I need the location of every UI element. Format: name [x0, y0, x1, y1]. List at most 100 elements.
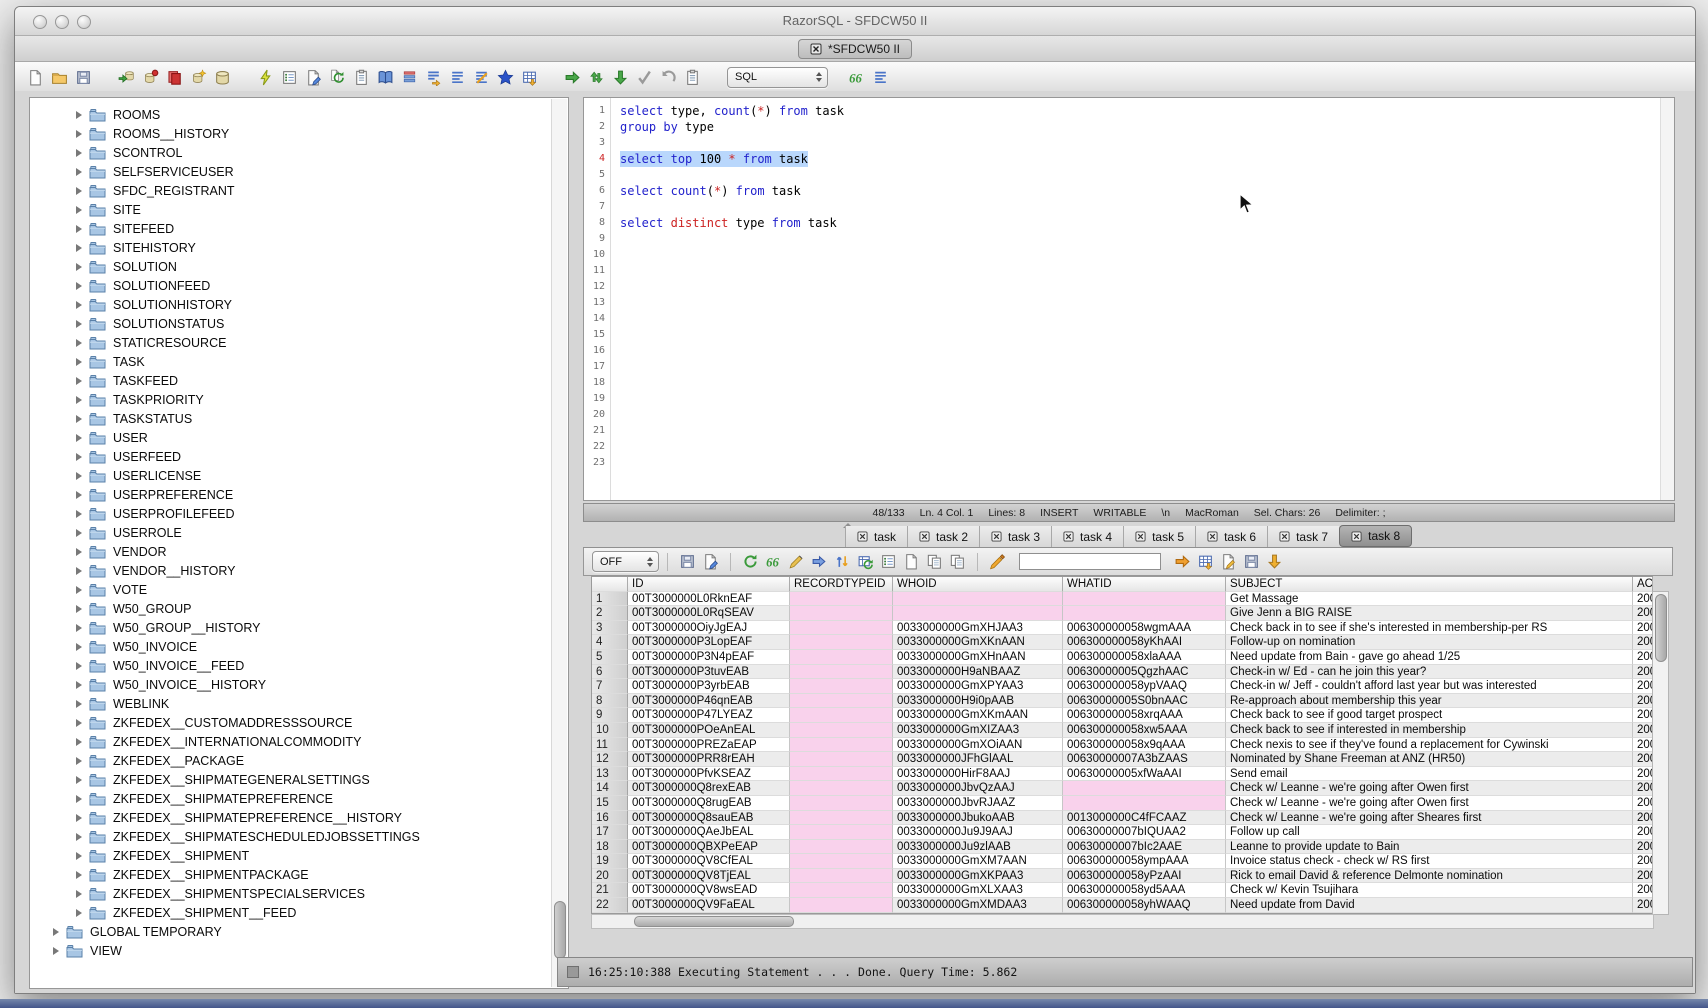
- editor-line-7[interactable]: 7: [584, 199, 1674, 215]
- cell-id[interactable]: 00T3000000P46qnEAB: [628, 694, 790, 709]
- close-tab-icon[interactable]: [810, 43, 822, 55]
- cell-rownum[interactable]: 6: [592, 665, 628, 680]
- cell-id[interactable]: 00T3000000Q8rugEAB: [628, 796, 790, 811]
- row-limit-select[interactable]: OFF: [592, 551, 659, 572]
- new-connection-icon[interactable]: [190, 69, 207, 86]
- cell-ac[interactable]: 200: [1633, 635, 1653, 650]
- disclosure-triangle-icon[interactable]: [53, 947, 59, 955]
- sort-search-icon[interactable]: [834, 553, 851, 570]
- tree-item-taskstatus[interactable]: TASKSTATUS: [31, 409, 552, 428]
- editor-line-11[interactable]: 11: [584, 263, 1674, 279]
- cell-whoid[interactable]: 0033000000Ju9zlAAB: [893, 840, 1063, 855]
- reload-table-icon[interactable]: [857, 553, 874, 570]
- column-header-rownum[interactable]: [592, 577, 628, 592]
- cell-id[interactable]: 00T3000000POeAnEAL: [628, 723, 790, 738]
- cell-recordtypeid[interactable]: [790, 606, 893, 621]
- tree-item-zkfedex-shipmentpackage[interactable]: ZKFEDEX__SHIPMENTPACKAGE: [31, 865, 552, 884]
- text-view-icon[interactable]: [903, 553, 920, 570]
- cell-ac[interactable]: 200: [1633, 752, 1653, 767]
- cell-id[interactable]: 00T3000000PREZaEAP: [628, 738, 790, 753]
- cell-rownum[interactable]: 15: [592, 796, 628, 811]
- cell-recordtypeid[interactable]: [790, 679, 893, 694]
- cell-ac[interactable]: 200: [1633, 825, 1653, 840]
- disclosure-triangle-icon[interactable]: [76, 605, 82, 613]
- cell-subject[interactable]: Leanne to provide update to Bain: [1226, 840, 1633, 855]
- cell-id[interactable]: 00T3000000L0RqSEAV: [628, 606, 790, 621]
- editor-line-22[interactable]: 22: [584, 439, 1674, 455]
- editor-line-12[interactable]: 12: [584, 279, 1674, 295]
- cell-recordtypeid[interactable]: [790, 723, 893, 738]
- cell-subject[interactable]: Re-approach about membership this year: [1226, 694, 1633, 709]
- export-results-icon[interactable]: [702, 553, 719, 570]
- cell-ac[interactable]: 200: [1633, 621, 1653, 636]
- tree-item-vendor[interactable]: VENDOR: [31, 542, 552, 561]
- tree-item-zkfedex-shipmentspecialservices[interactable]: ZKFEDEX__SHIPMENTSPECIALSERVICES: [31, 884, 552, 903]
- cell-whoid[interactable]: 0033000000JbvQzAAJ: [893, 781, 1063, 796]
- result-tab-task-5[interactable]: task 5: [1123, 526, 1195, 547]
- tree-item-solutionhistory[interactable]: SOLUTIONHISTORY: [31, 295, 552, 314]
- cell-recordtypeid[interactable]: [790, 825, 893, 840]
- disclosure-triangle-icon[interactable]: [76, 643, 82, 651]
- commit-icon[interactable]: [636, 69, 653, 86]
- cell-whoid[interactable]: 0033000000JbukoAAB: [893, 811, 1063, 826]
- cell-whoid[interactable]: 0033000000GmXIZAA3: [893, 723, 1063, 738]
- row-limit-select-stepper[interactable]: [643, 554, 656, 569]
- tree-item-zkfedex-package[interactable]: ZKFEDEX__PACKAGE: [31, 751, 552, 770]
- tree-item-w50-invoice-history[interactable]: W50_INVOICE__HISTORY: [31, 675, 552, 694]
- edit-results-icon[interactable]: [788, 553, 805, 570]
- editor-line-2[interactable]: 2group by type: [584, 119, 1674, 135]
- column-header-recordtypeid[interactable]: RECORDTYPEID: [790, 577, 893, 592]
- cell-id[interactable]: 00T3000000PfvKSEAZ: [628, 767, 790, 782]
- cell-recordtypeid[interactable]: [790, 738, 893, 753]
- cell-whatid[interactable]: [1063, 796, 1226, 811]
- query-builder-icon[interactable]: [473, 69, 490, 86]
- editor-line-10[interactable]: 10: [584, 247, 1674, 263]
- editor-line-14[interactable]: 14: [584, 311, 1674, 327]
- cell-recordtypeid[interactable]: [790, 796, 893, 811]
- cell-whoid[interactable]: 0033000000GmXKmAAN: [893, 708, 1063, 723]
- cell-whoid[interactable]: 0033000000H9aNBAAZ: [893, 665, 1063, 680]
- results-vscroll-thumb[interactable]: [1655, 594, 1667, 662]
- cell-whoid[interactable]: 0033000000GmXHnAAN: [893, 650, 1063, 665]
- cell-whoid[interactable]: 0033000000JbvRJAAZ: [893, 796, 1063, 811]
- cell-ac[interactable]: 200: [1633, 723, 1653, 738]
- editor-line-6[interactable]: 6select count(*) from task: [584, 183, 1674, 199]
- disclosure-triangle-icon[interactable]: [76, 225, 82, 233]
- cell-rownum[interactable]: 17: [592, 825, 628, 840]
- quote-results-icon[interactable]: 66: [765, 553, 782, 570]
- cell-ac[interactable]: 200: [1633, 650, 1653, 665]
- disclosure-triangle-icon[interactable]: [76, 301, 82, 309]
- tree-item-sitefeed[interactable]: SITEFEED: [31, 219, 552, 238]
- disclosure-triangle-icon[interactable]: [76, 776, 82, 784]
- cell-whatid[interactable]: 006300000058yKhAAI: [1063, 635, 1226, 650]
- disclosure-triangle-icon[interactable]: [76, 149, 82, 157]
- tree-item-w50-group-history[interactable]: W50_GROUP__HISTORY: [31, 618, 552, 637]
- cell-rownum[interactable]: 4: [592, 635, 628, 650]
- disclosure-triangle-icon[interactable]: [76, 510, 82, 518]
- cell-whatid[interactable]: 006300000058yPzAAI: [1063, 869, 1226, 884]
- disclosure-triangle-icon[interactable]: [76, 472, 82, 480]
- cell-rownum[interactable]: 19: [592, 854, 628, 869]
- tree-item-sfdc-registrant[interactable]: SFDC_REGISTRANT: [31, 181, 552, 200]
- cell-rownum[interactable]: 13: [592, 767, 628, 782]
- disclosure-triangle-icon[interactable]: [76, 244, 82, 252]
- cell-whatid[interactable]: [1063, 606, 1226, 621]
- cell-id[interactable]: 00T3000000QAeJbEAL: [628, 825, 790, 840]
- disclosure-triangle-icon[interactable]: [76, 396, 82, 404]
- cell-subject[interactable]: Check w/ Leanne - we're going after Owen…: [1226, 781, 1633, 796]
- form-view-icon[interactable]: [880, 553, 897, 570]
- disclosure-triangle-icon[interactable]: [76, 719, 82, 727]
- disclosure-triangle-icon[interactable]: [76, 377, 82, 385]
- cell-subject[interactable]: Check back to see if interested in membe…: [1226, 723, 1633, 738]
- column-header-id[interactable]: ID: [628, 577, 790, 592]
- disclosure-triangle-icon[interactable]: [76, 795, 82, 803]
- tree-item-userlicense[interactable]: USERLICENSE: [31, 466, 552, 485]
- cell-id[interactable]: 00T3000000L0RknEAF: [628, 592, 790, 607]
- close-result-tab-icon[interactable]: [991, 531, 1002, 542]
- rollback-icon[interactable]: [660, 69, 677, 86]
- stop-icon[interactable]: [166, 69, 183, 86]
- window-titlebar[interactable]: RazorSQL - SFDCW50 II: [15, 7, 1695, 36]
- sql-history-icon[interactable]: [684, 69, 701, 86]
- tree-item-w50-invoice[interactable]: W50_INVOICE: [31, 637, 552, 656]
- cell-recordtypeid[interactable]: [790, 869, 893, 884]
